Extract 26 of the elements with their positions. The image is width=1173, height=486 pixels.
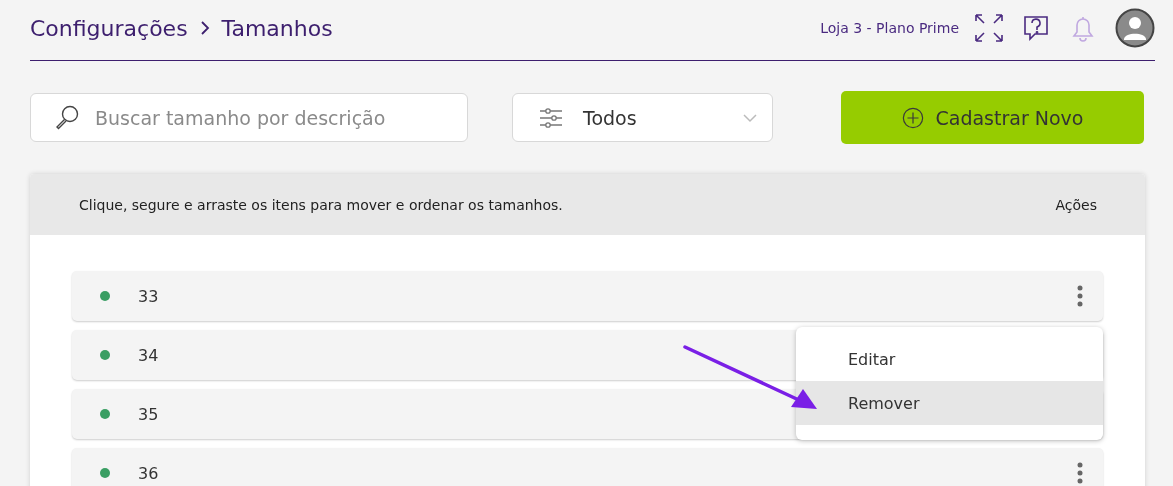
more-icon[interactable] [1077, 285, 1083, 307]
breadcrumb-item[interactable]: Configurações [30, 15, 188, 41]
size-row[interactable]: 36 [72, 448, 1103, 486]
fullscreen-icon[interactable] [974, 13, 1004, 43]
search-icon [54, 104, 80, 130]
plus-circle-icon [901, 106, 924, 129]
actions-label: Ações [1055, 196, 1097, 213]
avatar-icon[interactable] [1115, 8, 1155, 48]
menu-item[interactable]: Editar [796, 337, 1103, 381]
caret-icon [742, 112, 758, 123]
chevron-icon [199, 21, 210, 35]
breadcrumb-item: Tamanhos [221, 15, 333, 41]
size-name: 34 [138, 345, 159, 365]
drag-hint: Clique, segure e arraste os itens para mover e ordenar os tamanhos. [79, 196, 563, 213]
menu-item[interactable]: Remover [796, 381, 1103, 425]
add-button[interactable]: Cadastrar Novo [841, 91, 1144, 144]
size-name: 36 [138, 463, 159, 483]
filter-dropdown[interactable]: Todos [512, 93, 773, 142]
store-label: Loja 3 - Plano Prime [820, 20, 959, 36]
size-name: 35 [138, 404, 159, 424]
help-icon[interactable] [1021, 13, 1051, 43]
size-row[interactable]: 33 [72, 271, 1103, 321]
size-name: 33 [138, 286, 159, 306]
sliders-icon [539, 105, 563, 130]
search-field[interactable]: Buscar tamanho por descrição [30, 93, 468, 142]
more-icon[interactable] [1077, 462, 1083, 484]
